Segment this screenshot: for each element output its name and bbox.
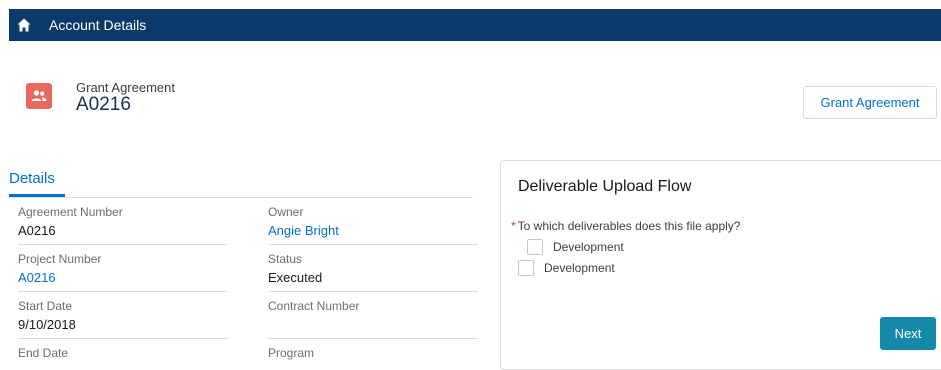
field-divider <box>268 338 478 339</box>
field-value: 9/10/2018 <box>18 317 76 332</box>
deliverable-checkbox[interactable] <box>518 260 534 276</box>
field-divider <box>18 338 228 339</box>
page-tab-title[interactable]: Account Details <box>49 17 146 33</box>
field-label: Owner <box>268 205 304 219</box>
field-owner: Owner Angie Bright <box>268 205 478 245</box>
field-end-date: End Date <box>18 346 228 360</box>
required-marker: * <box>511 219 516 233</box>
owner-link[interactable]: Angie Bright <box>268 223 478 239</box>
field-agreement-number: Agreement Number A0216 <box>18 205 228 245</box>
field-status: Status Executed <box>268 252 478 292</box>
field-divider <box>268 244 478 245</box>
tab-divider <box>9 197 473 198</box>
grant-agreement-button[interactable]: Grant Agreement <box>803 86 937 119</box>
field-value: A0216 <box>18 223 56 238</box>
field-project-number: Project Number A0216 <box>18 252 228 292</box>
field-program: Program <box>268 346 478 360</box>
record-type-label: Grant Agreement <box>76 80 175 95</box>
record-name: A0216 <box>76 94 131 115</box>
field-label: Start Date <box>18 299 73 313</box>
field-label: Agreement Number <box>18 205 123 219</box>
field-divider <box>18 291 228 292</box>
home-icon[interactable] <box>17 18 31 32</box>
field-label: Program <box>268 346 315 360</box>
field-divider <box>18 244 228 245</box>
field-contract-number: Contract Number <box>268 299 478 339</box>
contact-people-icon <box>26 83 52 109</box>
flow-question: * To which deliverables does this file ap… <box>511 219 740 233</box>
field-label: Project Number <box>18 252 102 266</box>
flow-title: Deliverable Upload Flow <box>518 178 692 195</box>
deliverable-label: Development <box>553 240 624 254</box>
field-value: Executed <box>268 270 323 285</box>
deliverable-label: Development <box>544 261 615 275</box>
next-button[interactable]: Next <box>880 317 936 350</box>
question-text: To which deliverables does this file app… <box>517 219 741 233</box>
tab-details[interactable]: Details <box>9 170 55 187</box>
deliverable-checkbox[interactable] <box>527 239 543 255</box>
deliverable-option[interactable]: Development <box>527 239 624 255</box>
project-number-link[interactable]: A0216 <box>18 270 228 286</box>
field-label: Contract Number <box>268 299 360 313</box>
field-start-date: Start Date 9/10/2018 <box>18 299 228 339</box>
field-label: End Date <box>18 346 69 360</box>
field-label: Status <box>268 252 303 266</box>
field-value <box>268 317 478 333</box>
field-divider <box>268 291 478 292</box>
top-navigation-bar: Account Details <box>9 9 941 41</box>
deliverable-option[interactable]: Development <box>518 260 615 276</box>
